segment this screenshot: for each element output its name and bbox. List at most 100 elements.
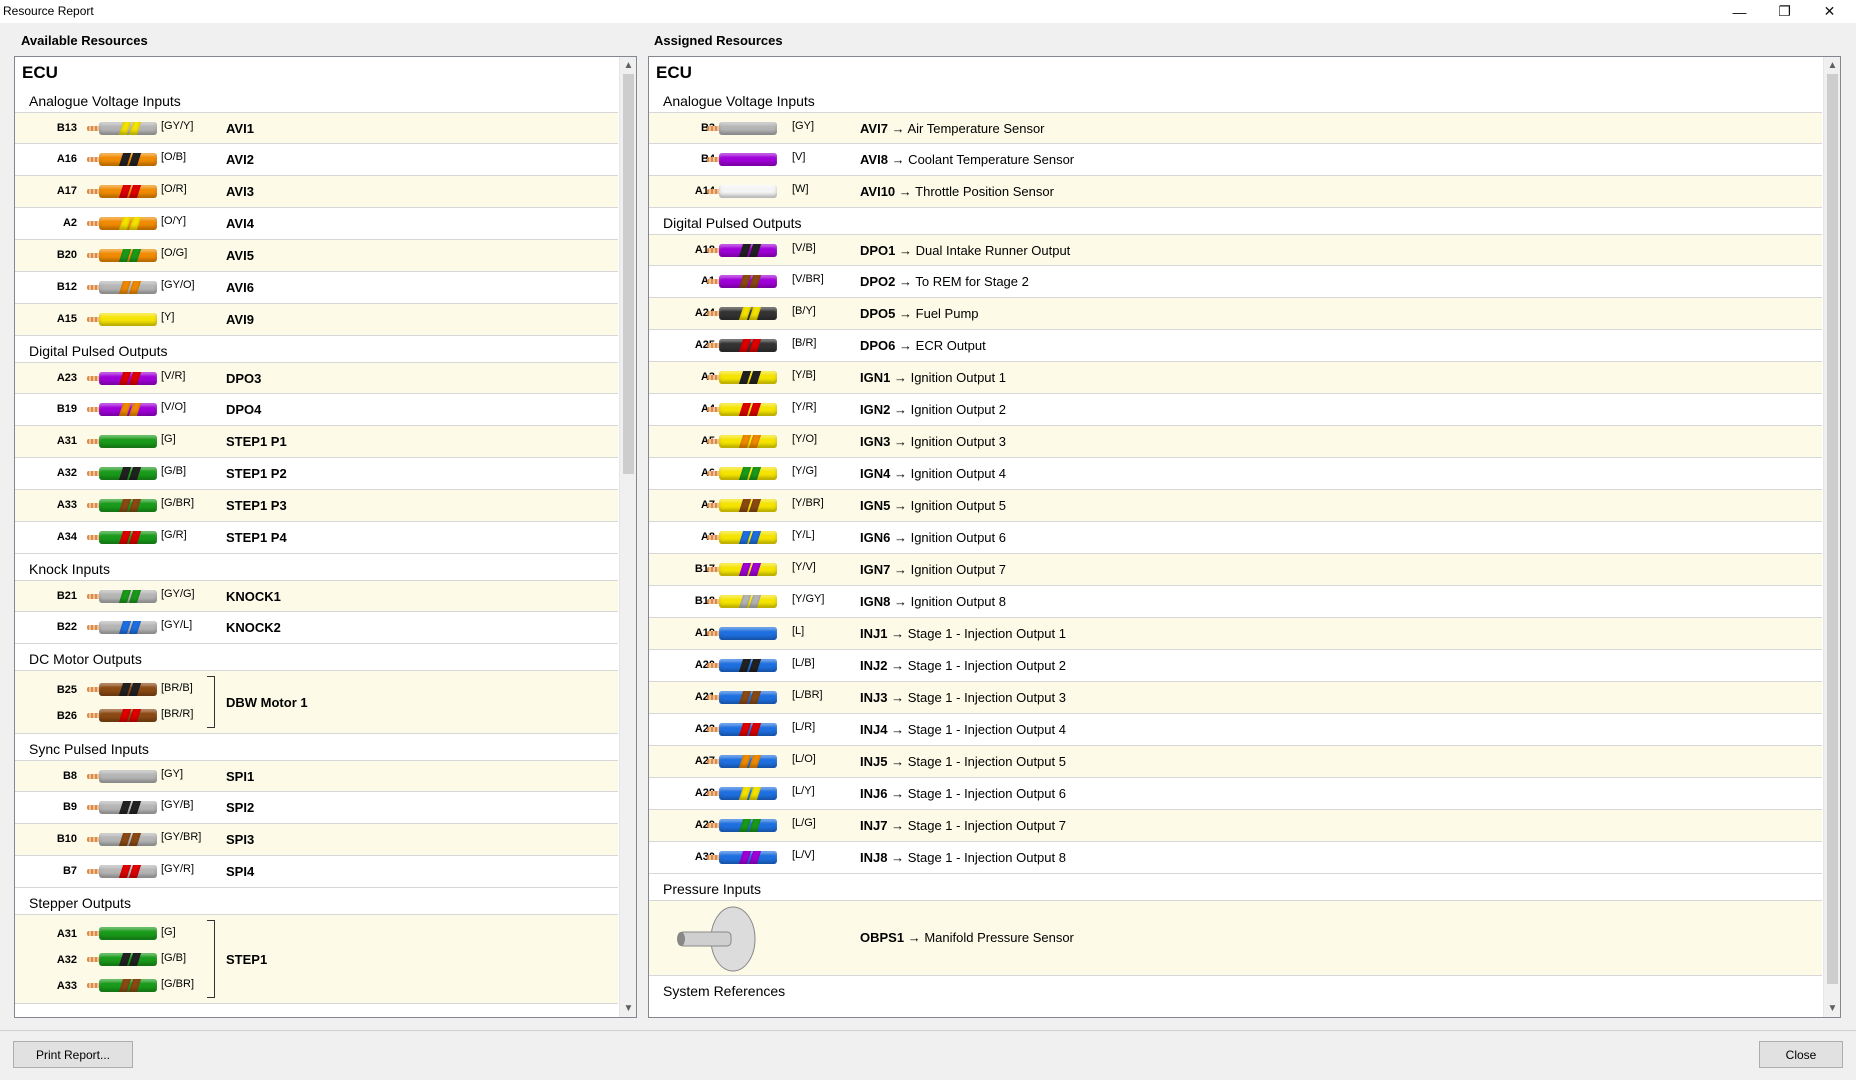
- resource-row[interactable]: B13 [GY/Y] AVI1: [15, 112, 618, 144]
- scroll-up-icon[interactable]: ▲: [1824, 57, 1840, 74]
- pressure-sensor-row[interactable]: OBPS1 → Manifold Pressure Sensor: [649, 900, 1822, 976]
- resource-id: AVI4: [226, 216, 254, 231]
- section-title: Knock Inputs: [29, 561, 110, 577]
- resource-row[interactable]: A18 [V/B] DPO1 → Dual Intake Runner Output: [649, 234, 1822, 266]
- print-report-button[interactable]: Print Report...: [13, 1041, 133, 1068]
- pin-label: B7: [62, 865, 77, 877]
- resource-row[interactable]: A23 [V/R] DPO3: [15, 362, 618, 394]
- assigned-resources-panel[interactable]: ECUAnalogue Voltage InputsB3[GY]AVI7 → A…: [648, 56, 1841, 1018]
- resource-id: INJ4: [860, 722, 888, 737]
- wire-icon: [707, 244, 779, 257]
- assigned-scrollbar[interactable]: ▲ ▼: [1823, 57, 1840, 1017]
- resource-row[interactable]: B22 [GY/L] KNOCK2: [15, 612, 618, 644]
- wire-color-code: [BR/R]: [161, 708, 194, 720]
- resource-row[interactable]: B17 [Y/V] IGN7 → Ignition Output 7: [649, 554, 1822, 586]
- wire-icon: [87, 531, 159, 544]
- resource-row[interactable]: B7 [GY/R] SPI4: [15, 856, 618, 888]
- grouped-resource-row[interactable]: B25 [BR/B] B26 [BR/R] DBW Motor 1: [15, 670, 618, 734]
- resource-row[interactable]: B21 [GY/G] KNOCK1: [15, 580, 618, 612]
- pin-label: B25: [56, 684, 77, 696]
- resource-row[interactable]: A27 [L/O] INJ5 → Stage 1 - Injection Outpu…: [649, 746, 1822, 778]
- wire-icon: [707, 595, 779, 608]
- pin-label: A2: [62, 217, 77, 229]
- resource-row[interactable]: A22 [L/R] INJ4 → Stage 1 - Injection Outpu…: [649, 714, 1822, 746]
- close-window-icon[interactable]: ✕: [1807, 0, 1852, 23]
- resource-row[interactable]: A5[Y/O]IGN3 → Ignition Output 3: [649, 426, 1822, 458]
- resource-row[interactable]: B9 [GY/B] SPI2: [15, 792, 618, 824]
- resource-row[interactable]: A14 [W] AVI10 → Throttle Position Sensor: [649, 176, 1822, 208]
- scroll-up-icon[interactable]: ▲: [620, 57, 636, 74]
- resource-id: IGN5: [860, 498, 891, 513]
- grouped-resource-row[interactable]: A31 [G] A32 [G/B] A33 [G/BR] STEP1: [15, 914, 618, 1004]
- resource-row[interactable]: A20 [L/B] INJ2 → Stage 1 - Injection Outpu…: [649, 650, 1822, 682]
- resource-row[interactable]: A7[Y/BR]IGN5 → Ignition Output 5: [649, 490, 1822, 522]
- resource-row[interactable]: A31 [G] STEP1 P1: [15, 426, 618, 458]
- resource-id: DPO3: [226, 371, 262, 386]
- resource-row[interactable]: B10 [GY/BR] SPI3: [15, 824, 618, 856]
- resource-row[interactable]: B8 [GY] SPI1: [15, 760, 618, 792]
- resource-id: AVI2: [226, 152, 254, 167]
- scroll-down-icon[interactable]: ▼: [1824, 1000, 1840, 1017]
- resource-row[interactable]: B12 [GY/O] AVI6: [15, 272, 618, 304]
- resource-row[interactable]: A3[Y/B]IGN1 → Ignition Output 1: [649, 362, 1822, 394]
- resource-row[interactable]: A4[Y/R]IGN2 → Ignition Output 2: [649, 394, 1822, 426]
- resource-row[interactable]: A30 [L/V] INJ8 → Stage 1 - Injection Outpu…: [649, 842, 1822, 874]
- wire-icon: [707, 851, 779, 864]
- pin-label: B12: [56, 281, 77, 293]
- resource-row[interactable]: B19 [V/O] DPO4: [15, 394, 618, 426]
- resource-row[interactable]: A19 [L] INJ1 → Stage 1 - Injection Output …: [649, 618, 1822, 650]
- resource-row[interactable]: A15 [Y] AVI9: [15, 304, 618, 336]
- resource-row[interactable]: A21 [L/BR] INJ3 → Stage 1 - Injection Outp…: [649, 682, 1822, 714]
- resource-row[interactable]: B18 [Y/GY] IGN8 → Ignition Output 8: [649, 586, 1822, 618]
- resource-name: IGN2 → Ignition Output 2: [860, 394, 1006, 425]
- resource-name: STEP1 P2: [226, 458, 287, 489]
- pin-label: B20: [56, 249, 77, 261]
- resource-row[interactable]: A28 [L/Y] INJ6 → Stage 1 - Injection Outpu…: [649, 778, 1822, 810]
- wire-icon: [87, 467, 159, 480]
- wire-entry: A32 [G/B]: [15, 947, 618, 973]
- close-button[interactable]: Close: [1759, 1041, 1843, 1068]
- resource-name: AVI4: [226, 208, 254, 239]
- scrollbar-thumb[interactable]: [623, 74, 634, 474]
- resource-row[interactable]: A2 [O/Y] AVI4: [15, 208, 618, 240]
- resource-row[interactable]: A6[Y/G]IGN4 → Ignition Output 4: [649, 458, 1822, 490]
- resource-row[interactable]: A17 [O/R] AVI3: [15, 176, 618, 208]
- resource-id: DPO4: [226, 402, 262, 417]
- resource-row[interactable]: A34 [G/R] STEP1 P4: [15, 522, 618, 554]
- resource-row[interactable]: A24 [B/Y] DPO5 → Fuel Pump: [649, 298, 1822, 330]
- available-resources-header: Available Resources: [21, 33, 148, 48]
- resource-description: → Stage 1 - Injection Output 7: [891, 818, 1066, 833]
- wire-icon: [87, 865, 159, 878]
- minimize-icon[interactable]: —: [1717, 0, 1762, 23]
- resource-row[interactable]: A25 [B/R] DPO6 → ECR Output: [649, 330, 1822, 362]
- wire-icon: [707, 723, 779, 736]
- pin-label: B13: [56, 122, 77, 134]
- scroll-down-icon[interactable]: ▼: [620, 1000, 636, 1017]
- resource-row[interactable]: A29 [L/G] INJ7 → Stage 1 - Injection Outpu…: [649, 810, 1822, 842]
- wire-color-code: [L/Y]: [792, 785, 815, 797]
- resource-row[interactable]: A16 [O/B] AVI2: [15, 144, 618, 176]
- resource-description: → Ignition Output 8: [893, 594, 1006, 609]
- resource-row[interactable]: B4[V]AVI8 → Coolant Temperature Sensor: [649, 144, 1822, 176]
- wire-insulation: [99, 435, 157, 448]
- resource-row[interactable]: A1[V/BR]DPO2 → To REM for Stage 2: [649, 266, 1822, 298]
- wire-color-code: [G]: [161, 433, 176, 445]
- resource-row[interactable]: B20 [O/G] AVI5: [15, 240, 618, 272]
- resource-row[interactable]: A32 [G/B] STEP1 P2: [15, 458, 618, 490]
- wire-icon: [707, 499, 779, 512]
- resource-row[interactable]: B3[GY]AVI7 → Air Temperature Sensor: [649, 112, 1822, 144]
- resource-row[interactable]: A8[Y/L]IGN6 → Ignition Output 6: [649, 522, 1822, 554]
- resource-name: AVI5: [226, 240, 254, 271]
- available-resources-panel[interactable]: ECU Analogue Voltage Inputs B13 [GY/Y] AVI1 A…: [14, 56, 637, 1018]
- wire-insulation: [719, 185, 777, 198]
- resource-id: SPI3: [226, 832, 255, 847]
- wire-icon: [87, 372, 159, 385]
- available-scrollbar[interactable]: ▲ ▼: [619, 57, 636, 1017]
- scrollbar-thumb[interactable]: [1827, 74, 1838, 984]
- wire-icon: [87, 621, 159, 634]
- resource-id: AVI6: [226, 280, 254, 295]
- resource-row[interactable]: A33 [G/BR] STEP1 P3: [15, 490, 618, 522]
- wire-color-code: [L/V]: [792, 849, 815, 861]
- restore-icon[interactable]: ❐: [1762, 0, 1807, 23]
- resource-id: DPO1: [860, 243, 896, 258]
